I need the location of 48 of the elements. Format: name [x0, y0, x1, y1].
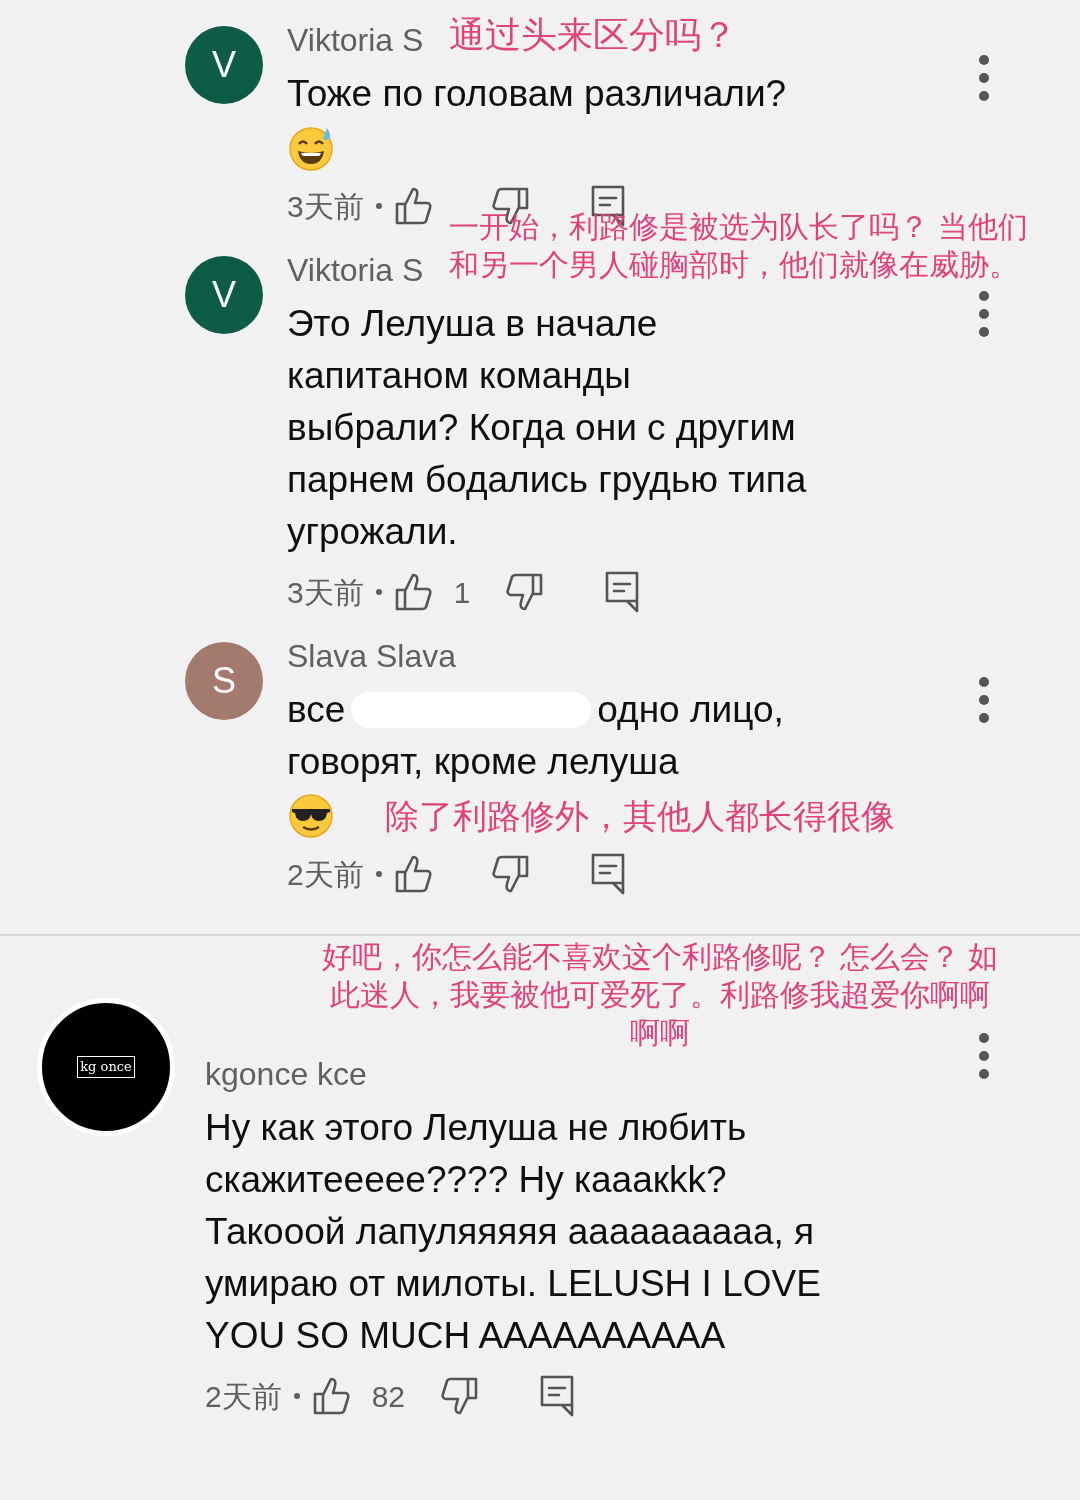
- comment-text: Такооой лапуляяяяя аааааааааа, я: [205, 1210, 815, 1254]
- annotation-text: 好吧，你怎么能不喜欢这个利路修呢？ 怎么会？ 如 此迷人，我要被他可爱死了。利路修我超爱你啊啊 啊啊: [320, 939, 1000, 1051]
- comment-text: Тоже по головам различали?: [287, 72, 787, 116]
- reply-icon[interactable]: [589, 852, 626, 896]
- thumbs-up-icon[interactable]: [393, 186, 434, 226]
- more-menu-icon[interactable]: [978, 676, 990, 724]
- annotation-text: 一开始，利路修是被选为队长了吗？ 当他们 和另一个男人碰胸部时，他们就像在威胁。: [449, 209, 1028, 283]
- sweat-smile-emoji-icon: [287, 124, 335, 172]
- like-count: 82: [371, 1378, 406, 1415]
- timestamp: 3天前: [287, 574, 364, 611]
- more-menu-icon[interactable]: [978, 54, 990, 102]
- annotation-text: 除了利路修外，其他人都长得很像: [385, 796, 895, 837]
- reply-icon[interactable]: [539, 1374, 576, 1418]
- comment-text: скажитеееее???? Ну кааакkk?: [205, 1158, 727, 1202]
- comment-text: YOU SO MUCH AAAAAAAAAA: [205, 1314, 726, 1358]
- author-name: kgonce kce: [205, 1055, 367, 1094]
- avatar: V: [185, 256, 263, 334]
- comment-text: парнем бодались грудью типа: [287, 458, 807, 502]
- timestamp: 3天前: [287, 188, 364, 225]
- comment-text: Это Лелуша в начале: [287, 302, 658, 346]
- timestamp: 2天前: [205, 1378, 282, 1415]
- comment-text: все: [287, 688, 346, 732]
- thumbs-up-icon[interactable]: [393, 572, 434, 612]
- thumbs-up-icon[interactable]: [393, 854, 434, 894]
- thumbs-down-icon[interactable]: [504, 572, 545, 612]
- thumbs-down-icon[interactable]: [439, 1376, 480, 1416]
- author-name: Slava Slava: [287, 637, 456, 676]
- comment-text: одно лицо,: [597, 688, 784, 732]
- avatar: V: [185, 26, 263, 104]
- sunglasses-emoji-icon: [287, 792, 335, 840]
- comment-text: говорят, кроме лелуша: [287, 740, 679, 784]
- comment-text: угрожали.: [287, 510, 458, 554]
- comment-text: капитаном команды: [287, 354, 631, 398]
- timestamp: 2天前: [287, 856, 364, 893]
- thumbs-down-icon[interactable]: [489, 854, 530, 894]
- more-menu-icon[interactable]: [978, 290, 990, 338]
- more-menu-icon[interactable]: [978, 1032, 990, 1080]
- thumbs-up-icon[interactable]: [311, 1376, 352, 1416]
- author-name: Viktoria S: [287, 251, 424, 290]
- avatar-text: kg once: [77, 1056, 135, 1078]
- comment-text: Ну как этого Лелуша не любить: [205, 1106, 747, 1150]
- comment-text: умираю от милоты. LELUSH I LOVE: [205, 1262, 821, 1306]
- comment-text: выбрали? Когда они с другим: [287, 406, 796, 450]
- annotation-text: 通过头来区分吗？: [449, 13, 738, 57]
- like-count: 1: [453, 574, 471, 611]
- author-name: Viktoria S: [287, 21, 424, 60]
- reply-icon[interactable]: [604, 570, 641, 614]
- avatar: S: [185, 642, 263, 720]
